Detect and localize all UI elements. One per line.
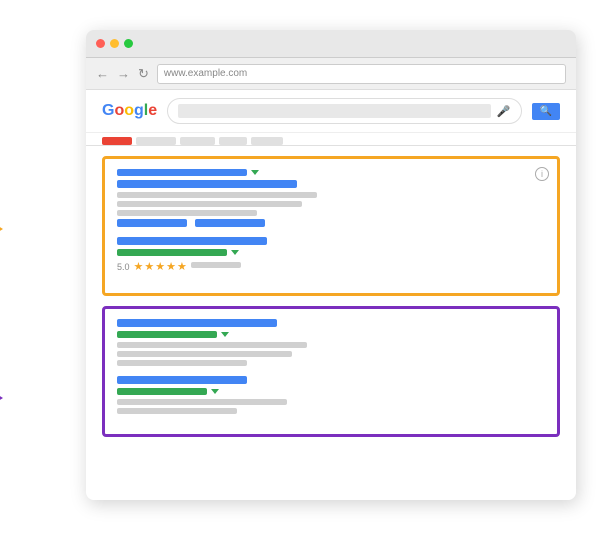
star-4: ★ — [166, 260, 176, 273]
star-2: ★ — [144, 260, 154, 273]
ad-title-1[interactable] — [117, 180, 297, 188]
result-2-url — [117, 388, 207, 395]
back-button[interactable]: ← — [96, 66, 109, 81]
result-1-dropdown — [221, 332, 229, 337]
forward-button[interactable]: → — [117, 66, 130, 81]
star-1: ★ — [134, 260, 144, 273]
search-button[interactable]: 🔍 — [532, 103, 560, 120]
nav-tab-all[interactable] — [102, 137, 132, 145]
dropdown-icon-1 — [251, 170, 259, 175]
ad-desc-1b — [117, 201, 302, 207]
refresh-button[interactable]: ↻ — [138, 66, 149, 82]
nav-tab-news[interactable] — [219, 137, 247, 145]
result-1 — [117, 319, 545, 366]
nav-tabs — [86, 133, 576, 146]
result-2 — [117, 376, 545, 414]
result-2-dropdown — [211, 389, 219, 394]
content-area: i — [86, 146, 576, 500]
results-arrow — [0, 388, 3, 408]
address-text: www.example.com — [164, 68, 247, 79]
result-2-desc-a — [117, 399, 287, 405]
ad-result-2: 5.0 ★ ★ ★ ★ ★ — [117, 237, 545, 273]
search-input-placeholder — [178, 104, 491, 118]
nav-tab-maps[interactable] — [180, 137, 215, 145]
ad-result-1 — [117, 169, 545, 227]
minimize-dot[interactable] — [110, 39, 119, 48]
result-1-url — [117, 331, 217, 338]
result-2-title[interactable] — [117, 376, 247, 384]
google-search-input[interactable]: 🎤 — [167, 98, 521, 124]
ad-box: i — [102, 156, 560, 296]
google-logo: Google — [102, 102, 157, 120]
google-search-bar: Google 🎤 🔍 — [86, 90, 576, 133]
result-1-title[interactable] — [117, 319, 277, 327]
star-rating-value: 5.0 — [117, 262, 130, 272]
ads-arrow — [0, 219, 3, 239]
scene: Ads SearchResults ← → ↻ www.example.com … — [26, 20, 586, 520]
maximize-dot[interactable] — [124, 39, 133, 48]
browser-titlebar — [86, 30, 576, 58]
ad-url-1 — [117, 169, 247, 176]
close-dot[interactable] — [96, 39, 105, 48]
review-count — [191, 262, 241, 268]
result-1-desc-b — [117, 351, 292, 357]
nav-tab-more[interactable] — [251, 137, 283, 145]
stars-row: 5.0 ★ ★ ★ ★ ★ — [117, 260, 545, 273]
ad-sitelinks — [117, 219, 545, 227]
sitelink-1[interactable] — [117, 219, 187, 227]
result-1-desc-c — [117, 360, 247, 366]
result-2-desc-b — [117, 408, 237, 414]
star-3: ★ — [155, 260, 165, 273]
info-icon[interactable]: i — [535, 167, 549, 181]
address-field[interactable]: www.example.com — [157, 64, 566, 84]
dropdown-icon-2 — [231, 250, 239, 255]
ad-desc-1a — [117, 192, 317, 198]
result-1-desc-a — [117, 342, 307, 348]
sitelink-2[interactable] — [195, 219, 265, 227]
mic-icon[interactable]: 🎤 — [497, 105, 511, 118]
browser-window: ← → ↻ www.example.com Google 🎤 🔍 — [86, 30, 576, 500]
search-results-box — [102, 306, 560, 437]
browser-addressbar: ← → ↻ www.example.com — [86, 58, 576, 90]
ad-desc-1c — [117, 210, 257, 216]
ad-title-2[interactable] — [117, 237, 267, 245]
star-5: ★ — [177, 260, 187, 273]
nav-tab-images[interactable] — [136, 137, 176, 145]
stars: ★ ★ ★ ★ ★ — [134, 260, 187, 273]
ad-url-2 — [117, 249, 227, 256]
